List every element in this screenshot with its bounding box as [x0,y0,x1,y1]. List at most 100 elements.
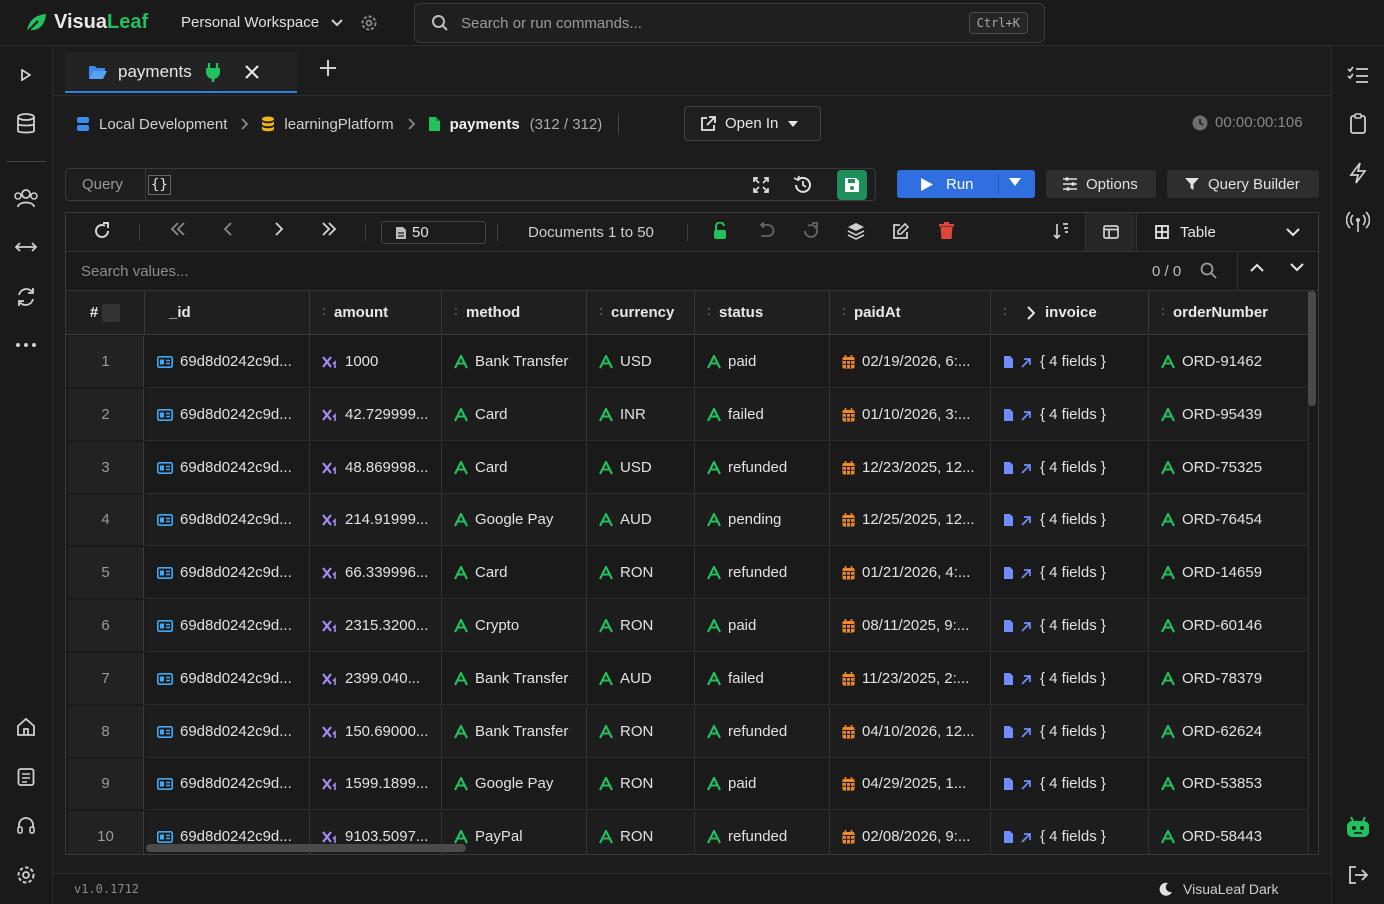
table-cell-method[interactable]: Bank Transfer [442,653,587,705]
table-cell-paidAt[interactable]: 11/23/2025, 2:... [830,653,991,705]
table-cell-status[interactable]: paid [695,336,830,388]
logout-icon[interactable] [1332,860,1384,890]
table-cell-currency[interactable]: INR [587,389,695,441]
next-page-icon[interactable] [274,222,284,236]
table-cell-order[interactable]: ORD-14659 [1149,547,1309,599]
column-header-invoice[interactable]: ⁚ invoice [991,291,1149,335]
support-headset-icon[interactable] [0,811,52,841]
users-icon[interactable] [0,183,52,213]
database-icon[interactable] [0,109,52,139]
table-cell-paidAt[interactable]: 02/19/2026, 6:... [830,336,991,388]
table-cell-method[interactable]: Google Pay [442,758,587,810]
row-number[interactable]: 6 [68,600,144,652]
table-cell-order[interactable]: ORD-95439 [1149,389,1309,441]
table-cell-order[interactable]: ORD-53853 [1149,758,1309,810]
sync-icon[interactable] [0,282,52,312]
breadcrumb-database[interactable]: learningPlatform [261,116,394,133]
table-cell-paidAt[interactable]: 08/11/2025, 9:... [830,600,991,652]
column-header-id[interactable]: _id [145,291,310,335]
search-icon[interactable] [1200,262,1217,279]
previous-page-icon[interactable] [223,222,233,236]
tab-payments[interactable]: payments [65,52,297,93]
table-cell-method[interactable]: Bank Transfer [442,336,587,388]
table-cell-invoice[interactable]: { 4 fields } [991,706,1149,758]
table-cell-status[interactable]: pending [695,494,830,546]
column-header-paidAt[interactable]: ⁚ paidAt [830,291,991,335]
table-cell-id[interactable]: 69d8d0242c9d... [145,706,310,758]
column-header-amount[interactable]: ⁚ amount [310,291,442,335]
save-query-button[interactable] [837,169,867,200]
table-cell-amount[interactable]: 66.339996... [310,547,442,599]
view-mode-select[interactable]: Table [1136,213,1318,251]
previous-match-chevron-up-icon[interactable] [1250,263,1264,272]
table-cell-status[interactable]: refunded [695,547,830,599]
table-cell-method[interactable]: Card [442,389,587,441]
table-cell-invoice[interactable]: { 4 fields } [991,442,1149,494]
command-search[interactable]: Search or run commands... Ctrl+K [414,3,1045,43]
table-cell-currency[interactable]: USD [587,336,695,388]
table-cell-status[interactable]: refunded [695,706,830,758]
broadcast-icon[interactable] [1332,207,1384,237]
page-size-input[interactable]: 50 [381,221,486,244]
table-cell-amount[interactable]: 2315.3200... [310,600,442,652]
next-match-chevron-down-icon[interactable] [1290,263,1304,272]
table-cell-invoice[interactable]: { 4 fields } [991,758,1149,810]
close-tab-icon[interactable] [244,64,259,79]
expand-chevron-right-icon[interactable] [1027,305,1035,320]
table-cell-id[interactable]: 69d8d0242c9d... [145,494,310,546]
run-options-caret-icon[interactable] [1009,178,1021,186]
settings-gear-icon[interactable] [0,860,52,890]
table-cell-id[interactable]: 69d8d0242c9d... [145,336,310,388]
table-cell-currency[interactable]: RON [587,758,695,810]
table-cell-id[interactable]: 69d8d0242c9d... [145,600,310,652]
search-values-input[interactable]: Search values... [81,263,189,280]
column-header-orderNumber[interactable]: ⁚ orderNumber [1149,291,1309,335]
table-cell-currency[interactable]: AUD [587,653,695,705]
redo-icon[interactable] [802,222,820,240]
task-list-icon[interactable] [1332,60,1384,90]
table-cell-invoice[interactable]: { 4 fields } [991,653,1149,705]
table-cell-amount[interactable]: 214.91999... [310,494,442,546]
table-cell-method[interactable]: Card [442,442,587,494]
table-cell-id[interactable]: 69d8d0242c9d... [145,653,310,705]
open-in-button[interactable]: Open In [684,106,821,141]
sort-icon[interactable] [1052,222,1070,240]
row-number[interactable]: 2 [68,389,144,441]
table-cell-order[interactable]: ORD-58443 [1149,811,1309,854]
theme-toggle[interactable]: VisuaLeaf Dark [1159,881,1278,897]
edit-icon[interactable] [892,222,910,240]
table-cell-invoice[interactable]: { 4 fields } [991,336,1149,388]
column-header-status[interactable]: ⁚ status [695,291,830,335]
workspace-settings-gear-icon[interactable] [359,13,379,33]
delete-trash-icon[interactable] [939,222,954,240]
table-cell-invoice[interactable]: { 4 fields } [991,811,1149,854]
table-cell-amount[interactable]: 1000 [310,336,442,388]
first-page-icon[interactable] [170,222,186,236]
table-cell-id[interactable]: 69d8d0242c9d... [145,547,310,599]
table-cell-currency[interactable]: RON [587,600,695,652]
table-cell-currency[interactable]: USD [587,442,695,494]
more-options-icon[interactable] [0,330,52,360]
table-cell-id[interactable]: 69d8d0242c9d... [145,442,310,494]
last-page-icon[interactable] [321,222,337,236]
table-cell-paidAt[interactable]: 12/23/2025, 12... [830,442,991,494]
table-cell-paidAt[interactable]: 04/10/2026, 12... [830,706,991,758]
table-cell-currency[interactable]: RON [587,547,695,599]
breadcrumb-collection[interactable]: payments (312 / 312) [428,116,602,133]
undo-icon[interactable] [757,222,775,238]
layers-icon[interactable] [847,222,865,240]
table-cell-id[interactable]: 69d8d0242c9d... [145,389,310,441]
table-cell-method[interactable]: Card [442,547,587,599]
clipboard-icon[interactable] [1332,109,1384,139]
row-number[interactable]: 10 [68,811,144,854]
row-number[interactable]: 1 [68,336,144,388]
table-cell-status[interactable]: paid [695,758,830,810]
row-number[interactable]: 9 [68,758,144,810]
home-icon[interactable] [0,712,52,742]
table-cell-amount[interactable]: 150.69000... [310,706,442,758]
table-cell-status[interactable]: refunded [695,811,830,854]
row-number[interactable]: 8 [68,706,144,758]
documentation-icon[interactable] [0,762,52,792]
add-tab-plus-icon[interactable] [319,59,337,77]
query-input[interactable]: {} [148,174,171,195]
